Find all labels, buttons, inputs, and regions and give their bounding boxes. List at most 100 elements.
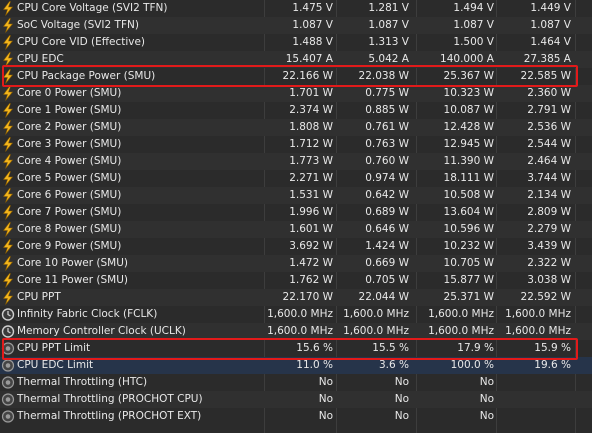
sensor-name: Core 8 Power (SMU) — [17, 223, 122, 235]
sensor-name: CPU EDC — [17, 53, 64, 65]
sensor-name: Core 7 Power (SMU) — [17, 206, 122, 218]
value-minimum: 0.974 W — [365, 172, 409, 184]
value-minimum: 0.763 W — [365, 138, 409, 150]
table-row[interactable]: CPU Package Power (SMU) 22.166 W 22.038 W 2… — [0, 68, 592, 85]
table-row[interactable]: Memory Controller Clock (UCLK) 1,600.0 MH… — [0, 323, 592, 340]
value-average: 2.544 W — [527, 138, 571, 150]
sensor-name: CPU EDC Limit — [17, 359, 94, 371]
value-minimum: 0.775 W — [365, 87, 409, 99]
value-average: 1.449 V — [530, 2, 571, 14]
value-average: 2.279 W — [527, 223, 571, 235]
bolt-icon — [1, 86, 15, 101]
sensor-name: Core 3 Power (SMU) — [17, 138, 122, 150]
table-row[interactable]: CPU PPT 22.170 W 22.044 W 25.371 W 22.592 W — [0, 289, 592, 306]
value-minimum: 1,600.0 MHz — [343, 325, 409, 337]
table-row[interactable]: Core 9 Power (SMU) 3.692 W 1.424 W 10.232 W… — [0, 238, 592, 255]
table-row[interactable]: Core 5 Power (SMU) 2.271 W 0.974 W 18.111 W… — [0, 170, 592, 187]
throttle-icon — [1, 341, 15, 356]
sensor-name: Core 1 Power (SMU) — [17, 104, 122, 116]
table-row[interactable]: Infinity Fabric Clock (FCLK) 1,600.0 MHz 1… — [0, 306, 592, 323]
table-row[interactable]: Core 0 Power (SMU) 1.701 W 0.775 W 10.323 W… — [0, 85, 592, 102]
value-current: 1.762 W — [289, 274, 333, 286]
table-row[interactable]: CPU Core VID (Effective) 1.488 V 1.313 V 1.… — [0, 34, 592, 51]
table-row[interactable]: Thermal Throttling (HTC) No No No — [0, 374, 592, 391]
sensor-name: Core 9 Power (SMU) — [17, 240, 122, 252]
sensor-name: CPU PPT — [17, 291, 61, 303]
table-row[interactable]: Core 8 Power (SMU) 1.601 W 0.646 W 10.596 W… — [0, 221, 592, 238]
value-minimum: No — [394, 376, 409, 388]
value-minimum: 3.6 % — [378, 359, 409, 371]
sensor-name: Core 0 Power (SMU) — [17, 87, 122, 99]
table-row[interactable]: Core 1 Power (SMU) 2.374 W 0.885 W 10.087 W… — [0, 102, 592, 119]
table-row[interactable]: Thermal Throttling (PROCHOT CPU) No No No — [0, 391, 592, 408]
value-current: 15.6 % — [296, 342, 333, 354]
clock-icon — [1, 307, 15, 322]
value-current: 2.271 W — [289, 172, 333, 184]
value-minimum: 1.281 V — [368, 2, 409, 14]
value-current: 1,600.0 MHz — [267, 308, 333, 320]
value-maximum: 140.000 A — [440, 53, 494, 65]
value-average: 2.134 W — [527, 189, 571, 201]
throttle-icon — [1, 358, 15, 373]
table-row[interactable]: CPU EDC 15.407 A 5.042 A 140.000 A 27.385 A — [0, 51, 592, 68]
value-maximum: 12.945 W — [443, 138, 494, 150]
sensor-name: Thermal Throttling (PROCHOT EXT) — [17, 410, 202, 422]
table-row[interactable]: CPU EDC Limit 11.0 % 3.6 % 100.0 % 19.6 % — [0, 357, 592, 374]
sensor-name: Thermal Throttling (HTC) — [17, 376, 148, 388]
value-average: 22.585 W — [520, 70, 571, 82]
bolt-icon — [1, 171, 15, 186]
value-average: 2.809 W — [527, 206, 571, 218]
table-row[interactable]: CPU Core Voltage (SVI2 TFN) 1.475 V 1.281 … — [0, 0, 592, 17]
value-maximum: 1.500 V — [453, 36, 494, 48]
table-row[interactable]: SoC Voltage (SVI2 TFN) 1.087 V 1.087 V 1.08… — [0, 17, 592, 34]
value-maximum: 25.371 W — [443, 291, 494, 303]
value-current: 1.701 W — [289, 87, 333, 99]
bolt-icon — [1, 103, 15, 118]
bolt-icon — [1, 205, 15, 220]
value-average: 2.360 W — [527, 87, 571, 99]
table-row[interactable]: Core 3 Power (SMU) 1.712 W 0.763 W 12.945 W… — [0, 136, 592, 153]
value-maximum: 10.596 W — [443, 223, 494, 235]
table-row[interactable]: CPU PPT Limit 15.6 % 15.5 % 17.9 % 15.9 % — [0, 340, 592, 357]
value-maximum: 10.705 W — [443, 257, 494, 269]
table-row[interactable]: Core 6 Power (SMU) 1.531 W 0.642 W 10.508 W… — [0, 187, 592, 204]
value-maximum: 100.0 % — [450, 359, 494, 371]
value-minimum: 5.042 A — [368, 53, 409, 65]
table-row[interactable]: Core 11 Power (SMU) 1.762 W 0.705 W 15.877 … — [0, 272, 592, 289]
value-average: 1,600.0 MHz — [505, 308, 571, 320]
table-row[interactable]: Core 2 Power (SMU) 1.808 W 0.761 W 12.428 W… — [0, 119, 592, 136]
value-current: 1.601 W — [289, 223, 333, 235]
value-current: 22.170 W — [282, 291, 333, 303]
value-current: 1.531 W — [289, 189, 333, 201]
value-minimum: 0.642 W — [365, 189, 409, 201]
value-maximum: 10.087 W — [443, 104, 494, 116]
table-row[interactable]: Core 10 Power (SMU) 1.472 W 0.669 W 10.705 … — [0, 255, 592, 272]
table-row[interactable]: Thermal Throttling (PROCHOT EXT) No No No — [0, 408, 592, 425]
bolt-icon — [1, 18, 15, 33]
value-current: 2.374 W — [289, 104, 333, 116]
value-current: No — [318, 376, 333, 388]
value-maximum: No — [479, 410, 494, 422]
value-minimum: 15.5 % — [372, 342, 409, 354]
bolt-icon — [1, 256, 15, 271]
value-minimum: 1.313 V — [368, 36, 409, 48]
sensor-name: Core 4 Power (SMU) — [17, 155, 122, 167]
value-current: 1.488 V — [292, 36, 333, 48]
table-row[interactable]: Core 7 Power (SMU) 1.996 W 0.689 W 13.604 W… — [0, 204, 592, 221]
value-average: 22.592 W — [520, 291, 571, 303]
sensor-name: SoC Voltage (SVI2 TFN) — [17, 19, 139, 31]
value-current: 1.475 V — [292, 2, 333, 14]
value-minimum: 0.689 W — [365, 206, 409, 218]
table-row[interactable]: Core 4 Power (SMU) 1.773 W 0.760 W 11.390 W… — [0, 153, 592, 170]
sensor-name: CPU PPT Limit — [17, 342, 91, 354]
value-average — [500, 408, 571, 425]
sensor-name: Core 6 Power (SMU) — [17, 189, 122, 201]
value-minimum: 0.885 W — [365, 104, 409, 116]
bolt-icon — [1, 69, 15, 84]
value-minimum: 22.044 W — [358, 291, 409, 303]
value-current: 3.692 W — [289, 240, 333, 252]
value-minimum: 0.705 W — [365, 274, 409, 286]
value-minimum: 0.669 W — [365, 257, 409, 269]
value-maximum: 10.323 W — [443, 87, 494, 99]
value-current: 1.712 W — [289, 138, 333, 150]
